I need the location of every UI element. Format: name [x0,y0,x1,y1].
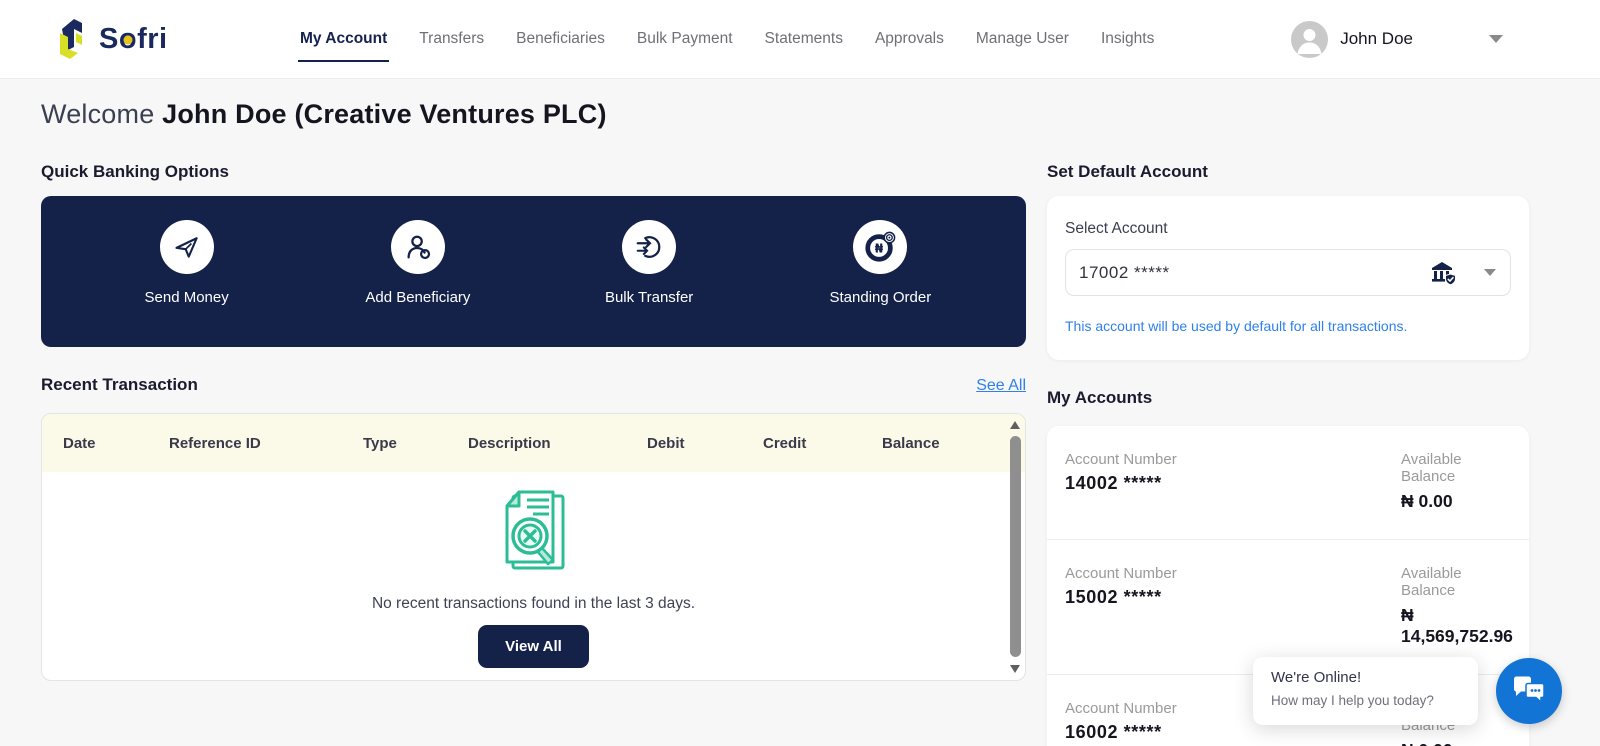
account-row[interactable]: Account Number 15002 ***** Available Bal… [1047,539,1529,674]
nav-beneficiaries[interactable]: Beneficiaries [516,0,605,78]
nav-my-account[interactable]: My Account [300,0,387,78]
scroll-down-icon[interactable] [1010,665,1020,673]
selected-account-value: 17002 ***** [1079,263,1170,283]
select-account-label: Select Account [1065,220,1511,238]
user-name: John Doe [1340,29,1413,49]
quick-banking-title: Quick Banking Options [41,162,1026,182]
account-number-label: Account Number [1065,565,1401,582]
scroll-up-icon[interactable] [1010,421,1020,429]
quick-action-label: Send Money [145,289,229,306]
account-row[interactable]: Account Number 14002 ***** Available Bal… [1047,426,1529,539]
recent-transactions-table: Date Reference ID Type Description Debit… [41,413,1026,681]
chat-bubbles-icon [1512,676,1546,706]
user-avatar-icon [1291,21,1328,58]
column-header-date: Date [63,435,169,452]
my-accounts-title: My Accounts [1047,388,1529,408]
bulk-transfer-action[interactable]: Bulk Transfer [534,220,765,329]
table-header-row: Date Reference ID Type Description Debit… [42,414,1025,472]
sofri-logo-icon [52,17,92,61]
sofri-logo[interactable]: Sofri [52,17,300,61]
column-header-debit: Debit [647,435,763,452]
top-navbar: Sofri My Account Transfers Beneficiaries… [0,0,1600,79]
send-money-icon [160,220,214,274]
brand-name: Sofri [99,23,168,56]
available-balance-label: Available Balance [1401,565,1513,599]
user-menu[interactable]: John Doe [1291,21,1503,58]
bulk-transfer-icon [622,220,676,274]
nav-transfers[interactable]: Transfers [419,0,484,78]
page-title: Welcome John Doe (Creative Ventures PLC) [41,99,1529,130]
welcome-name: John Doe (Creative Ventures PLC) [162,99,607,129]
default-account-title: Set Default Account [1047,162,1529,182]
account-number-value: 14002 ***** [1065,473,1401,494]
column-header-credit: Credit [763,435,882,452]
user-menu-caret-icon[interactable] [1489,35,1503,43]
column-header-description: Description [468,435,647,452]
chat-launcher-button[interactable] [1496,658,1562,724]
svg-text:₦: ₦ [875,242,884,256]
dashboard-main: Welcome John Doe (Creative Ventures PLC)… [0,79,1600,746]
default-account-note: This account will be used by default for… [1065,318,1511,334]
available-balance-value: ₦ 14,569,752.96 [1401,605,1513,647]
chat-status: We're Online! [1271,669,1460,686]
available-balance-label: Available Balance [1401,451,1511,485]
empty-message: No recent transactions found in the last… [372,595,695,613]
quick-action-label: Add Beneficiary [365,289,470,306]
select-caret-icon[interactable] [1484,269,1496,276]
quick-banking-panel: Send Money Add Beneficiary [41,196,1026,347]
empty-state: No recent transactions found in the last… [42,472,1025,668]
available-balance-value: ₦ 0.00 [1401,491,1511,512]
chat-tooltip: We're Online! How may I help you today? [1253,657,1478,725]
see-all-link[interactable]: See All [976,377,1026,395]
recent-transactions-title: Recent Transaction [41,375,198,395]
add-beneficiary-icon [391,220,445,274]
set-default-account-card: Select Account 17002 ***** [1047,196,1529,360]
add-beneficiary-action[interactable]: Add Beneficiary [302,220,533,329]
chat-message: How may I help you today? [1271,693,1460,708]
quick-action-label: Standing Order [830,289,932,306]
account-number-label: Account Number [1065,451,1401,468]
table-scrollbar[interactable] [1009,417,1022,677]
bank-verified-icon [1430,260,1456,286]
nav-statements[interactable]: Statements [765,0,843,78]
available-balance-value: ₦ 0.00 [1401,740,1511,746]
nav-approvals[interactable]: Approvals [875,0,944,78]
account-number-value: 16002 ***** [1065,722,1401,743]
column-header-type: Type [363,435,468,452]
send-money-action[interactable]: Send Money [71,220,302,329]
welcome-prefix: Welcome [41,99,154,129]
standing-order-icon: ₦ [853,220,907,274]
standing-order-action[interactable]: ₦ Standing Order [765,220,996,329]
view-all-button[interactable]: View All [478,625,589,668]
nav-insights[interactable]: Insights [1101,0,1154,78]
nav-manage-user[interactable]: Manage User [976,0,1069,78]
quick-action-label: Bulk Transfer [605,289,693,306]
scrollbar-thumb[interactable] [1010,436,1021,657]
column-header-balance: Balance [882,435,1025,452]
account-number-value: 15002 ***** [1065,587,1401,608]
no-transactions-icon [479,484,589,585]
nav-bulk-payment[interactable]: Bulk Payment [637,0,733,78]
main-nav: My Account Transfers Beneficiaries Bulk … [300,0,1154,78]
account-select[interactable]: 17002 ***** [1065,249,1511,296]
column-header-reference: Reference ID [169,435,363,452]
